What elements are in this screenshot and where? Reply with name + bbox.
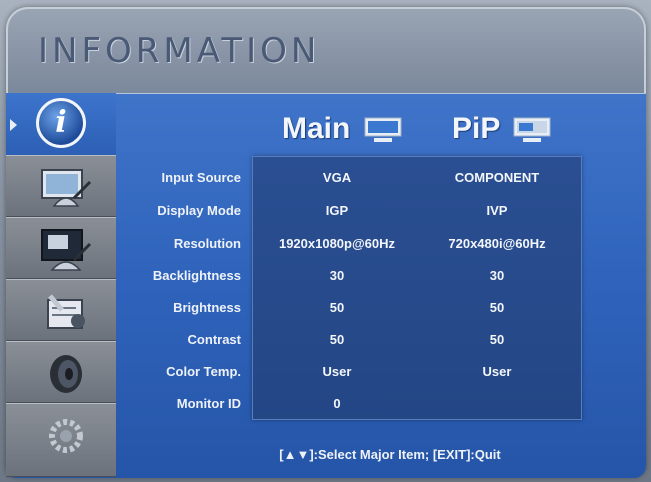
- key-hint-footer: [▲▼]:Select Major Item; [EXIT]:Quit: [279, 447, 501, 462]
- sidebar: i: [6, 93, 116, 477]
- info-table: [252, 156, 582, 420]
- pip-value: IVP: [486, 203, 508, 218]
- pip-settings-icon: [41, 229, 92, 271]
- row-label: Display Mode: [157, 203, 241, 218]
- pip-value: 50: [489, 300, 505, 315]
- sidebar-item-tools[interactable]: [6, 279, 116, 341]
- row-label: Monitor ID: [176, 396, 241, 411]
- main-value: 0: [333, 396, 341, 411]
- row-label: Brightness: [173, 300, 241, 315]
- pip-monitor-icon: [513, 117, 551, 143]
- pip-column-header: PiP: [452, 112, 551, 146]
- sidebar-item-audio[interactable]: [6, 341, 116, 403]
- info-icon: i: [36, 98, 86, 148]
- gear-settings-icon: [49, 419, 83, 453]
- main-column-header: Main: [282, 112, 402, 146]
- main-value: 30: [329, 268, 345, 283]
- sidebar-item-information[interactable]: i: [6, 93, 116, 155]
- selection-arrow-icon: [10, 119, 17, 131]
- row-label: Contrast: [187, 332, 241, 347]
- main-value: VGA: [322, 170, 352, 185]
- main-monitor-icon: [364, 117, 402, 143]
- main-value: 50: [329, 332, 345, 347]
- row-label: Resolution: [173, 236, 241, 251]
- main-value: 1920x1080p@60Hz: [278, 236, 396, 251]
- pip-value: 720x480i@60Hz: [448, 236, 546, 251]
- audio-speaker-icon: [50, 355, 82, 393]
- main-value: IGP: [325, 203, 349, 218]
- page-title: INFORMATION: [38, 31, 321, 71]
- pip-value: COMPONENT: [454, 170, 540, 185]
- row-label: Color Temp.: [166, 364, 241, 379]
- picture-settings-icon: [41, 169, 92, 207]
- pip-value: 30: [489, 268, 505, 283]
- main-value: User: [322, 364, 352, 379]
- row-label: Input Source: [161, 170, 241, 185]
- sidebar-item-picture[interactable]: [6, 155, 116, 217]
- main-value: 50: [329, 300, 345, 315]
- row-label: Backlightness: [152, 268, 241, 283]
- sidebar-item-pip[interactable]: [6, 217, 116, 279]
- sidebar-item-setup[interactable]: [6, 403, 116, 477]
- tools-settings-icon: [47, 294, 85, 329]
- pip-value: 50: [489, 332, 505, 347]
- pip-value: User: [482, 364, 512, 379]
